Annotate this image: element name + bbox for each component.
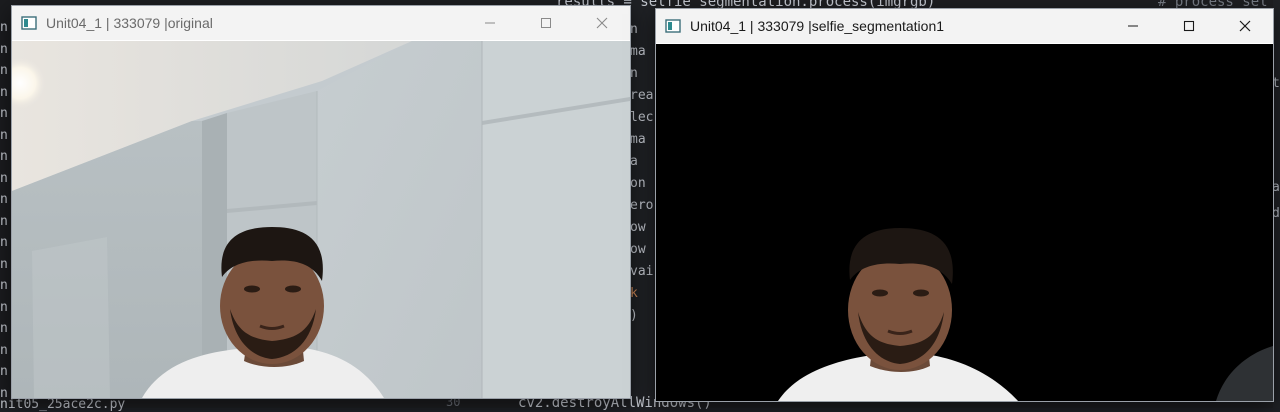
gutter-char: n <box>0 213 8 229</box>
code-fragment: ow <box>630 220 646 235</box>
close-button[interactable] <box>574 6 630 40</box>
code-fragment: n <box>630 66 638 81</box>
gutter-char: n <box>0 299 8 315</box>
minimize-button[interactable] <box>1105 9 1161 43</box>
window-titlebar[interactable]: Unit04_1 | 333079 |selfie_segmentation1 <box>656 9 1273 43</box>
code-fragment: vai <box>630 264 654 279</box>
gutter-char: n <box>0 106 8 121</box>
opencv-window-icon <box>21 16 37 30</box>
window-title: Unit04_1 | 333079 |original <box>46 15 213 31</box>
gutter-char: n <box>0 170 8 186</box>
editor-right-edge <box>1273 0 1280 408</box>
gutter-char: n <box>0 84 8 100</box>
code-fragment: a <box>630 154 638 169</box>
window-titlebar[interactable]: Unit04_1 | 333079 |original <box>12 6 630 40</box>
code-fragment: n <box>630 22 638 37</box>
segmented-image <box>656 44 1273 401</box>
code-fragment: lec <box>630 110 654 125</box>
minimize-icon <box>485 22 495 24</box>
gutter-char: n <box>0 149 8 164</box>
maximize-icon <box>541 18 551 28</box>
code-fragment: ma <box>630 132 646 147</box>
gutter-char: n <box>0 63 8 78</box>
opencv-window-icon <box>665 19 681 33</box>
code-fragment: ero <box>630 198 654 213</box>
minimize-icon <box>1128 25 1138 27</box>
close-icon <box>1239 20 1251 32</box>
close-icon <box>596 17 608 29</box>
code-fragment: rea <box>630 88 654 103</box>
code-fragment: on <box>630 176 646 191</box>
gutter-char: n <box>0 235 8 250</box>
code-fragment: k <box>630 286 638 301</box>
maximize-icon <box>1183 20 1195 32</box>
gutter-char: n <box>0 278 8 293</box>
window-selfie-segmentation[interactable]: Unit04_1 | 333079 |selfie_segmentation1 <box>655 8 1274 402</box>
gutter-char: n <box>0 41 8 57</box>
gutter-char: n <box>0 342 8 358</box>
gutter-char: n <box>0 364 8 379</box>
camera-frame-original <box>12 41 630 398</box>
maximize-button[interactable] <box>1161 9 1217 43</box>
window-title: Unit04_1 | 333079 |selfie_segmentation1 <box>690 18 945 34</box>
gutter-char: n <box>0 127 8 143</box>
window-original[interactable]: Unit04_1 | 333079 |original <box>11 5 631 399</box>
code-fragment: ow <box>630 242 646 257</box>
minimize-button[interactable] <box>462 6 518 40</box>
webcam-image <box>12 41 630 398</box>
gutter-char: n <box>0 20 8 35</box>
code-fragment: ma <box>630 44 646 59</box>
camera-frame-segmented <box>656 44 1273 401</box>
gutter-char: n <box>0 256 8 272</box>
gutter-char: n <box>0 321 8 336</box>
close-button[interactable] <box>1217 9 1273 43</box>
open-file-tab[interactable]: nit05_25ace2c.py <box>0 397 125 412</box>
gutter-char: n <box>0 192 8 207</box>
maximize-button[interactable] <box>518 6 574 40</box>
code-fragment: ) <box>630 308 638 323</box>
